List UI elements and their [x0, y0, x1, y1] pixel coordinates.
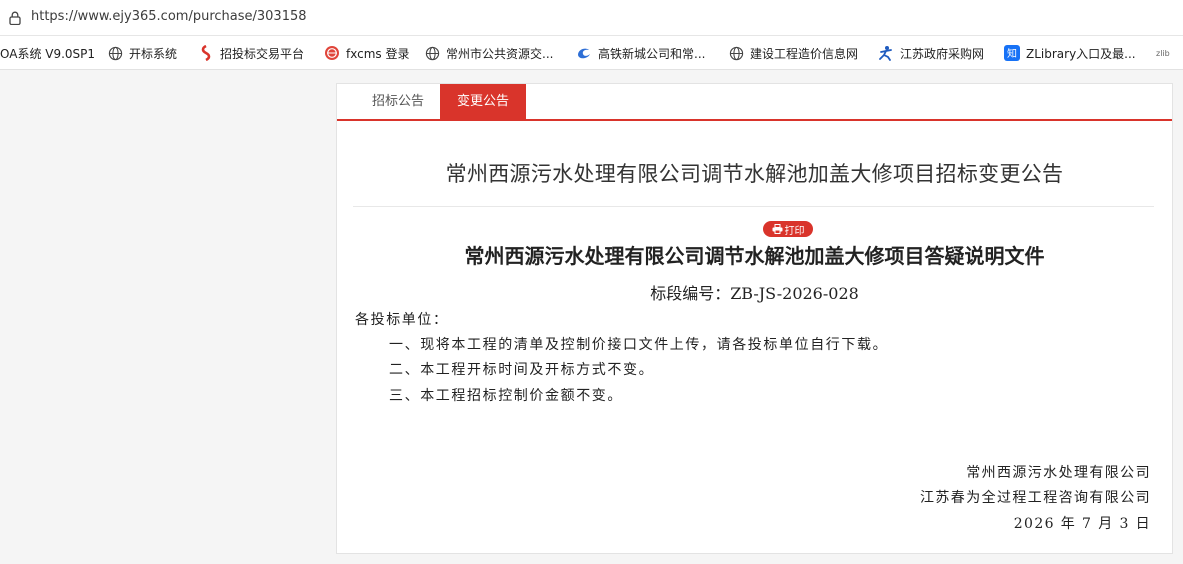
bookmark-high-speed-rail[interactable]: 高铁新城公司和常... — [576, 36, 706, 69]
print-label: 打印 — [784, 225, 805, 237]
tab-change-notice[interactable]: 变更公告 — [440, 84, 526, 119]
bookmark-label: 建设工程造价信息网 — [750, 46, 859, 61]
bookmark-label: OA系统 V9.0SP1 — [0, 46, 96, 61]
bookmark-jiangsu-procurement[interactable]: 江苏政府采购网 — [878, 36, 985, 69]
signature-agent: 江苏春为全过程工程咨询有限公司 — [920, 490, 1151, 506]
globe-icon — [728, 45, 744, 61]
signature-owner: 常州西源污水处理有限公司 — [966, 465, 1151, 481]
title-divider — [353, 206, 1154, 207]
url-text[interactable]: https://www.ejy365.com/purchase/303158 — [31, 9, 307, 24]
bookmark-label: ZLibrary入口及最... — [1026, 46, 1136, 61]
bookmark-fxcms[interactable]: fxcms 登录 — [324, 36, 410, 69]
bookmark-label: 招投标交易平台 — [220, 46, 305, 61]
notice-tabs: 招标公告 变更公告 — [337, 84, 1172, 121]
bookmark-bid-opening[interactable]: 开标系统 — [107, 36, 178, 69]
notice-item: 三、本工程招标控制价金额不变。 — [389, 388, 623, 404]
address-bar[interactable]: https://www.ejy365.com/purchase/303158 — [0, 0, 1183, 36]
signature-date: 2026 年 7 月 3 日 — [1013, 516, 1151, 532]
bookmarks-bar: OA系统 V9.0SP1 开标系统 招投标交易平台 fxcms 登录 常州市公共… — [0, 36, 1183, 70]
bookmark-construction-cost[interactable]: 建设工程造价信息网 — [728, 36, 859, 69]
bookmark-changzhou-resources[interactable]: 常州市公共资源交... — [424, 36, 554, 69]
bookmark-label: 高铁新城公司和常... — [598, 46, 706, 61]
section-number: 标段编号：ZB-JS-2026-028 — [650, 284, 859, 303]
bookmark-zlibrary[interactable]: 知 ZLibrary入口及最... — [1004, 36, 1136, 69]
notice-item: 二、本工程开标时间及开标方式不变。 — [389, 362, 655, 378]
bookmark-label: 常州市公共资源交... — [446, 46, 554, 61]
bookmark-label: fxcms 登录 — [346, 46, 410, 61]
notice-panel: 招标公告 变更公告 常州西源污水处理有限公司调节水解池加盖大修项目招标变更公告 … — [336, 83, 1173, 554]
red-logo-icon — [198, 45, 214, 61]
svg-text:知: 知 — [1007, 47, 1017, 60]
bookmark-oa[interactable]: OA系统 V9.0SP1 — [0, 36, 96, 69]
bookmark-bidding-platform[interactable]: 招投标交易平台 — [198, 36, 305, 69]
red-circle-icon — [324, 45, 340, 61]
globe-icon — [107, 45, 123, 61]
notice-title: 常州西源污水处理有限公司调节水解池加盖大修项目招标变更公告 — [445, 162, 1064, 186]
globe-icon — [424, 45, 440, 61]
notice-item: 一、现将本工程的清单及控制价接口文件上传，请各投标单位自行下载。 — [389, 337, 889, 353]
printer-icon — [772, 224, 782, 234]
print-button[interactable]: 打印 — [763, 221, 813, 237]
blue-swirl-icon — [576, 45, 592, 61]
document-title: 常州西源污水处理有限公司调节水解池加盖大修项目答疑说明文件 — [464, 244, 1045, 268]
bookmark-zlib[interactable]: zlib — [1156, 36, 1176, 69]
lock-icon — [9, 11, 21, 25]
bookmark-label: 开标系统 — [129, 46, 178, 61]
bookmark-label: 江苏政府采购网 — [900, 46, 985, 61]
tab-bidding-notice[interactable]: 招标公告 — [359, 84, 437, 119]
blue-figure-icon — [878, 45, 894, 61]
zhi-icon: 知 — [1004, 45, 1020, 61]
greeting: 各投标单位： — [355, 312, 449, 328]
zlib-icon: zlib — [1156, 48, 1170, 58]
